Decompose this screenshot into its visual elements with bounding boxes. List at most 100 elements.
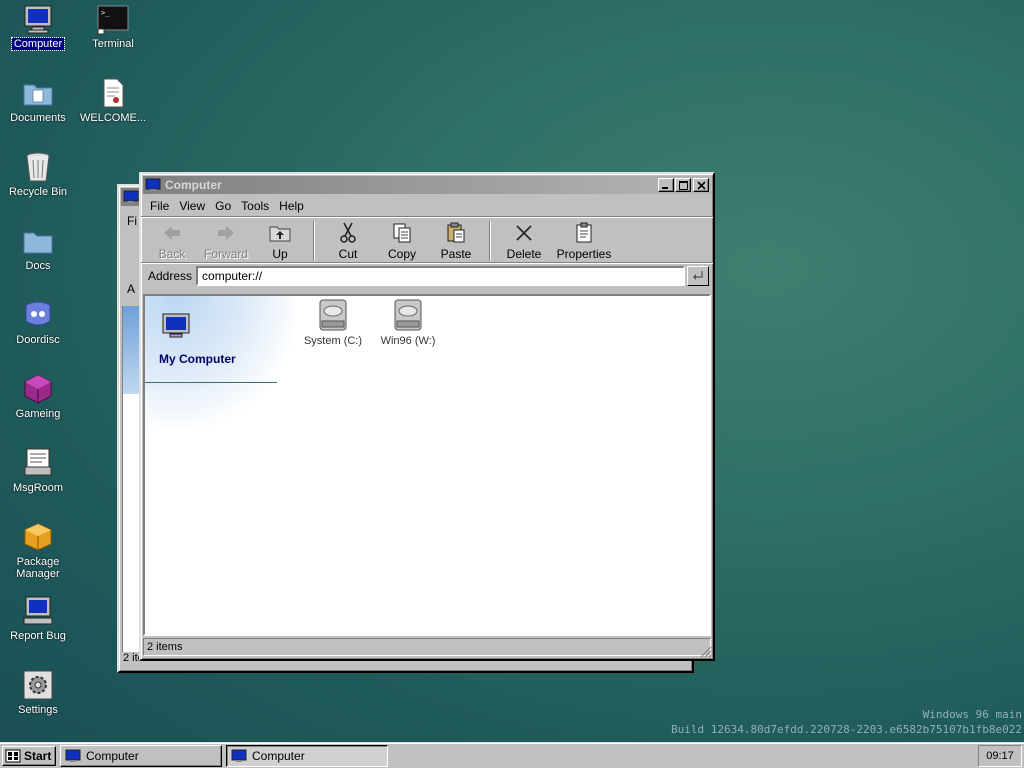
computer-icon bbox=[145, 178, 161, 191]
back-button[interactable]: Back bbox=[145, 219, 199, 261]
delete-button[interactable]: Delete bbox=[497, 219, 551, 261]
maximize-icon bbox=[679, 181, 688, 190]
enter-arrow-icon bbox=[693, 270, 703, 280]
desktop-icon-label: Docs bbox=[25, 260, 51, 272]
taskbar-task-computer-2[interactable]: Computer bbox=[226, 744, 388, 767]
desktop-icon-label: MsgRoom bbox=[12, 482, 64, 494]
computer-icon bbox=[231, 749, 247, 762]
package-icon bbox=[22, 521, 54, 553]
forward-label: Forward bbox=[203, 247, 248, 261]
back-label: Back bbox=[158, 247, 186, 261]
desktop-icon-docs[interactable]: Docs bbox=[0, 225, 76, 272]
system-tray-clock[interactable]: 09:17 bbox=[978, 744, 1022, 767]
documents-folder-icon bbox=[22, 77, 54, 109]
desktop-icon-label: WELCOME... bbox=[79, 112, 146, 124]
drive-label: Win96 (W:) bbox=[380, 335, 436, 347]
game-cube-icon bbox=[22, 373, 54, 405]
task-label: Computer bbox=[252, 748, 305, 763]
paste-icon bbox=[447, 222, 465, 243]
menu-tools[interactable]: Tools bbox=[236, 199, 274, 213]
drive-label: System (C:) bbox=[303, 335, 363, 347]
properties-button[interactable]: Properties bbox=[551, 219, 617, 261]
file-view[interactable]: My Computer System (C:) Win96 (W:) bbox=[143, 294, 711, 636]
desktop-icon-label: Terminal bbox=[92, 38, 134, 50]
menu-view[interactable]: View bbox=[174, 199, 210, 213]
desktop-icon-documents[interactable]: Documents bbox=[0, 77, 76, 124]
clock: 09:17 bbox=[986, 749, 1014, 762]
folder-up-icon bbox=[269, 226, 291, 242]
properties-label: Properties bbox=[556, 247, 612, 261]
computer-window[interactable]: Computer File View Go Tools Help Back Fo… bbox=[139, 172, 715, 661]
desktop-icon-settings[interactable]: Settings bbox=[0, 669, 76, 716]
copy-icon bbox=[393, 223, 411, 243]
report-bug-icon bbox=[22, 595, 54, 627]
go-button[interactable] bbox=[687, 265, 709, 286]
desktop-icon-label: Doordisc bbox=[16, 334, 60, 346]
address-input[interactable] bbox=[196, 265, 685, 286]
settings-icon bbox=[22, 669, 54, 701]
menu-help[interactable]: Help bbox=[274, 199, 309, 213]
svg-text:>_: >_ bbox=[101, 9, 110, 17]
cut-label: Cut bbox=[338, 247, 358, 261]
document-file-icon bbox=[97, 77, 129, 109]
my-computer-icon bbox=[162, 313, 190, 338]
desktop-icon-recycle-bin[interactable]: Recycle Bin bbox=[0, 151, 76, 198]
msgroom-icon bbox=[22, 447, 54, 479]
delete-label: Delete bbox=[506, 247, 542, 261]
resize-grip-icon[interactable] bbox=[700, 646, 712, 658]
background-window-menu[interactable]: Fi bbox=[127, 214, 137, 228]
taskbar: Start Computer Computer 09:17 bbox=[0, 742, 1024, 768]
menu-go[interactable]: Go bbox=[210, 199, 236, 213]
hard-drive-icon bbox=[319, 299, 347, 331]
maximize-button[interactable] bbox=[675, 178, 691, 192]
hard-drive-icon bbox=[394, 299, 422, 331]
desktop-icon-gameing[interactable]: Gameing bbox=[0, 373, 76, 420]
window-titlebar[interactable]: Computer bbox=[143, 176, 711, 194]
desktop-icon-label: Package Manager bbox=[16, 556, 60, 580]
close-icon bbox=[697, 181, 706, 190]
properties-icon bbox=[576, 222, 592, 243]
desktop-icon-report-bug[interactable]: Report Bug bbox=[0, 595, 76, 642]
desktop-icon-label: Report Bug bbox=[10, 630, 66, 642]
desktop-icon-computer[interactable]: Computer bbox=[0, 3, 76, 51]
computer-icon bbox=[123, 190, 139, 203]
start-button[interactable]: Start bbox=[2, 745, 56, 766]
side-pane: My Computer bbox=[145, 296, 295, 426]
minimize-button[interactable] bbox=[658, 178, 674, 192]
desktop-icon-welcome[interactable]: WELCOME... bbox=[75, 77, 151, 124]
terminal-icon: >_ bbox=[97, 3, 129, 35]
computer-icon bbox=[22, 3, 54, 35]
address-label: Address bbox=[148, 268, 193, 283]
status-bar: 2 items bbox=[143, 638, 711, 656]
paste-button[interactable]: Paste bbox=[429, 219, 483, 261]
taskbar-task-computer-1[interactable]: Computer bbox=[60, 744, 222, 767]
copy-button[interactable]: Copy bbox=[375, 219, 429, 261]
toolbar-separator bbox=[313, 221, 315, 261]
computer-icon bbox=[65, 749, 81, 762]
desktop-icon-terminal[interactable]: >_ Terminal bbox=[75, 3, 151, 50]
minimize-icon bbox=[662, 187, 668, 189]
desktop-icon-package-manager[interactable]: Package Manager bbox=[0, 521, 76, 580]
desktop: Computer >_ Terminal Documents WELCOME..… bbox=[0, 0, 1024, 742]
arrow-left-icon bbox=[164, 226, 180, 240]
forward-button[interactable]: Forward bbox=[199, 219, 253, 261]
up-button[interactable]: Up bbox=[253, 219, 307, 261]
toolbar-separator bbox=[489, 221, 491, 261]
window-title: Computer bbox=[165, 178, 222, 192]
desktop-icon-doordisc[interactable]: Doordisc bbox=[0, 299, 76, 346]
toolbar: Back Forward Up Cut Copy Paste Delete Pr… bbox=[141, 216, 713, 262]
build-watermark-line2: Build 12634.80d7efdd.220728-2203.e6582b7… bbox=[671, 723, 1022, 736]
recycle-bin-icon bbox=[22, 151, 54, 183]
start-label: Start bbox=[24, 748, 52, 763]
drive-system-c[interactable]: System (C:) bbox=[298, 298, 368, 347]
menu-bar: File View Go Tools Help bbox=[141, 196, 713, 216]
side-pane-divider bbox=[145, 382, 277, 383]
menu-file[interactable]: File bbox=[145, 199, 174, 213]
close-button[interactable] bbox=[693, 178, 709, 192]
drive-win96-w[interactable]: Win96 (W:) bbox=[373, 298, 443, 347]
cut-button[interactable]: Cut bbox=[321, 219, 375, 261]
desktop-icon-msgroom[interactable]: MsgRoom bbox=[0, 447, 76, 494]
task-label: Computer bbox=[86, 748, 139, 763]
desktop-icon-label: Settings bbox=[18, 704, 58, 716]
delete-x-icon bbox=[516, 225, 532, 241]
